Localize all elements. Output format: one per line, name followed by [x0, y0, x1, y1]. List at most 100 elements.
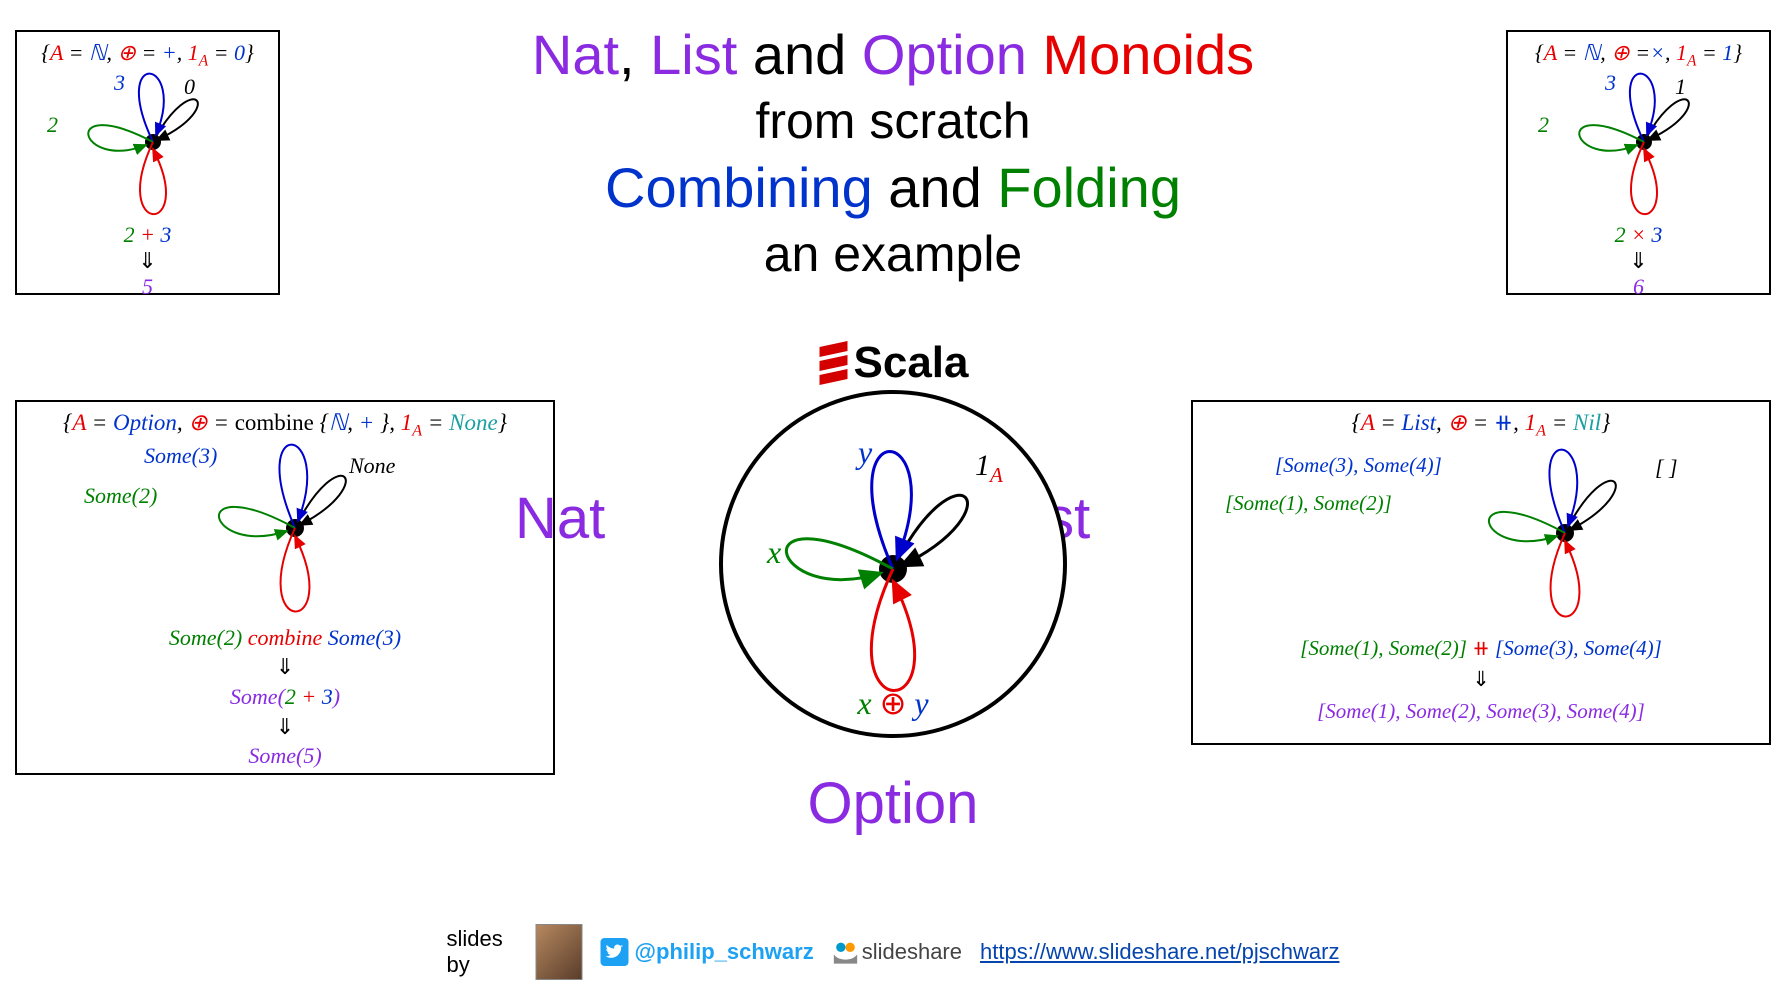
nat-add-expr: 2 + 3 ⇓ 5 [124, 222, 172, 300]
val-some3: Some(3) [144, 443, 217, 469]
h-c2: , [1665, 40, 1676, 65]
e3: Some(5) [248, 743, 321, 768]
title-monoids: Monoids [1027, 23, 1254, 86]
h-op: ⊕ [1448, 410, 1467, 435]
label-option: Option [808, 770, 979, 837]
el: 2 [124, 222, 135, 247]
h-opt: Option [113, 410, 177, 435]
option-header: {A = Option, ⊕ = combine {ℕ, + }, 1A = N… [29, 410, 541, 441]
h-sub: A [412, 423, 422, 440]
val-some2: Some(2) [84, 483, 157, 509]
central-id: 1A [975, 449, 1003, 488]
h-comb: combine [235, 410, 314, 435]
val-3: 3 [1605, 70, 1616, 96]
e1o: combine [242, 625, 328, 650]
box-list: {A = List, ⊕ = ⧺, 1A = Nil} [ ] [Some(3)… [1191, 400, 1771, 745]
arr: ⇓ [1615, 248, 1663, 274]
val-2: 2 [47, 112, 58, 138]
nat-mul-diagram: 1 3 2 [1520, 72, 1757, 222]
er: 3 [160, 222, 171, 247]
title-combining: Combining [605, 156, 873, 219]
e2r: 3 [322, 684, 333, 709]
title-and: and [737, 23, 862, 86]
e1l: [Some(1), Some(2)] [1300, 636, 1467, 660]
slideshare-link[interactable]: https://www.slideshare.net/pjschwarz [980, 939, 1340, 965]
h-a: A [50, 40, 63, 65]
h-c: , [177, 410, 189, 435]
petal-icon [53, 72, 243, 222]
twitter-handle-block: @philip_schwarz [601, 938, 814, 966]
h-n: ℕ [1583, 40, 1601, 65]
e1l: Some(2) [169, 625, 242, 650]
h-eq2: = [136, 40, 162, 65]
h-plus: + [162, 40, 177, 65]
scala-text: Scala [854, 338, 969, 388]
val-0: 0 [184, 74, 195, 100]
title-line-1: Nat, List and Option Monoids [532, 20, 1254, 90]
nat-mul-header: {A = ℕ, ⊕ =×, 1A = 1} [1520, 40, 1757, 70]
option-diagram: None Some(3) Some(2) [29, 443, 541, 623]
slideshare-icon [832, 938, 860, 966]
title-line-4: an example [532, 223, 1254, 286]
h-op: ⊕ [188, 410, 207, 435]
h-a: A [1544, 40, 1557, 65]
h-eq3: = [208, 40, 234, 65]
val-top: [Some(3), Some(4)] [1275, 453, 1442, 478]
id-sub: A [990, 463, 1003, 487]
list-expr: [Some(1), Some(2)] ⧺ [Some(3), Some(4)] … [1300, 633, 1662, 728]
h-sp2: }, [374, 410, 400, 435]
h-one: 1 [1722, 40, 1733, 65]
h-a: A [72, 410, 86, 435]
h-eq2: = [1467, 410, 1494, 435]
h-id: 1 [1676, 40, 1687, 65]
val-1: 1 [1675, 74, 1686, 100]
h-cc: ⧺ [1494, 410, 1513, 435]
slides-by-label: slides by [447, 926, 518, 978]
list-diagram: [ ] [Some(3), Some(4)] [Some(1), Some(2)… [1205, 443, 1757, 633]
e1r: Some(3) [328, 625, 401, 650]
h-t: × [1650, 40, 1665, 65]
e2: [Some(1), Some(2), Some(3), Some(4)] [1317, 699, 1645, 723]
h-eq: = [63, 40, 89, 65]
eo: + [135, 222, 161, 247]
h-c: , [107, 40, 118, 65]
petal-icon [1435, 448, 1675, 628]
cex: x [857, 685, 871, 721]
h-eq2: = [1630, 40, 1650, 65]
box-nat-add: {A = ℕ, ⊕ = +, 1A = 0} 0 3 2 2 + 3 ⇓ 5 [15, 30, 280, 295]
h-eq3: = [1546, 410, 1573, 435]
twitter-handle[interactable]: @philip_schwarz [635, 939, 814, 965]
title-and-2: and [873, 156, 998, 219]
h-eq: = [86, 410, 113, 435]
h-sub: A [1687, 52, 1696, 69]
h-nil: Nil [1573, 410, 1601, 435]
title-c1: , [619, 23, 650, 86]
h-op: ⊕ [118, 40, 136, 65]
el: 2 [1615, 222, 1626, 247]
res: 6 [1633, 274, 1644, 299]
title-line-3: Combining and Folding [532, 153, 1254, 223]
arr1: ⇓ [169, 652, 401, 682]
h-c2: , [1513, 410, 1525, 435]
option-expr: Some(2) combine Some(3) ⇓ Some(2 + 3) ⇓ … [169, 623, 401, 771]
central-x: x [767, 534, 781, 571]
h-n: ℕ [89, 40, 107, 65]
arr: ⇓ [124, 248, 172, 274]
id-1: 1 [975, 449, 990, 482]
e2c: ) [333, 684, 340, 709]
h-op: ⊕ [1611, 40, 1629, 65]
h-c2: , [177, 40, 188, 65]
scala-icon [818, 341, 850, 385]
val-empty: [ ] [1655, 455, 1678, 481]
h-zero: 0 [234, 40, 245, 65]
h-list: List [1402, 410, 1437, 435]
e2o: ( [278, 684, 285, 709]
e2pre: Some [230, 684, 278, 709]
slideshare-block: slideshare [832, 938, 962, 966]
central-expr: x ⊕ y [857, 684, 928, 722]
h-eq2: = [208, 410, 235, 435]
val-2: 2 [1538, 112, 1549, 138]
central-y: y [858, 434, 872, 471]
title-list: List [650, 23, 737, 86]
slideshare-text: slideshare [862, 939, 962, 965]
